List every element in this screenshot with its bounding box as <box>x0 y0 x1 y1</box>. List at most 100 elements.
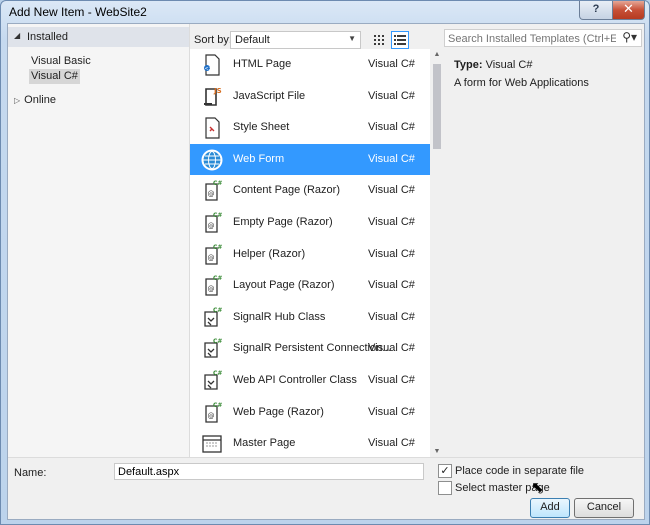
template-list: <> HTML Page Visual C# JS JavaScript Fil… <box>190 49 430 457</box>
sort-toolbar: Sort by: Default ▼ <box>192 29 442 49</box>
razor-page-icon: @ C# <box>205 402 222 423</box>
search-icon[interactable]: ⚲▾ <box>622 30 637 44</box>
template-row[interactable]: @ C# Helper (Razor) Visual C# <box>190 239 430 270</box>
svg-text:JS: JS <box>213 87 222 95</box>
razor-page-icon: @ C# <box>205 275 222 296</box>
tree-item-visual-basic[interactable]: Visual Basic <box>29 54 93 69</box>
search-box[interactable]: ⚲▾ <box>444 29 642 47</box>
expanded-arrow-icon[interactable]: ◢ <box>14 31 20 40</box>
template-name: Web Page (Razor) <box>233 405 324 418</box>
name-field[interactable] <box>114 463 424 480</box>
template-row[interactable]: C# Web API Controller Class Visual C# <box>190 365 430 396</box>
search-input[interactable] <box>448 32 616 45</box>
template-language: Visual C# <box>368 121 415 134</box>
template-row[interactable]: @ C# Empty Page (Razor) Visual C# <box>190 207 430 238</box>
template-language: Visual C# <box>368 184 415 197</box>
scroll-down-icon[interactable]: ▼ <box>432 448 442 455</box>
sort-by-label: Sort by: <box>194 34 232 46</box>
template-name: Web API Controller Class <box>233 374 357 386</box>
template-row[interactable]: C# SignalR Hub Class Visual C# <box>190 302 430 333</box>
list-view-button[interactable] <box>391 31 409 49</box>
chevron-down-icon: ▼ <box>348 34 356 43</box>
template-row[interactable]: Master Page Visual C# <box>190 428 430 457</box>
template-name: Content Page (Razor) <box>233 184 340 197</box>
template-language: Visual C# <box>368 437 415 450</box>
dialog-footer: Name: ✓ Place code in separate file Sele… <box>8 457 644 519</box>
template-row[interactable]: Style Sheet Visual C# <box>190 112 430 143</box>
type-value: Visual C# <box>485 59 533 71</box>
template-language: Visual C# <box>368 374 415 386</box>
template-row-selected[interactable]: Web Form Visual C# <box>190 143 430 175</box>
template-language: Visual C# <box>368 89 415 102</box>
template-row[interactable]: JS JavaScript File Visual C# <box>190 81 430 112</box>
signalr-icon: C# <box>204 370 222 390</box>
svg-text:@: @ <box>208 254 215 262</box>
help-button[interactable]: ? <box>579 1 613 20</box>
grid-view-icon <box>374 35 384 45</box>
place-code-label[interactable]: Place code in separate file <box>455 465 584 477</box>
add-new-item-dialog: Add New Item - WebSite2 ? ✕ ◢ Installed … <box>0 0 650 525</box>
small-icons-view-button[interactable] <box>370 31 388 49</box>
svg-text:C#: C# <box>213 307 222 314</box>
template-language: Visual C# <box>368 58 415 70</box>
svg-text:@: @ <box>208 222 215 230</box>
svg-text:C#: C# <box>213 338 222 345</box>
template-name: JavaScript File <box>233 89 306 102</box>
template-language: Visual C# <box>368 247 415 260</box>
title-bar[interactable]: Add New Item - WebSite2 ? ✕ <box>1 1 649 23</box>
signalr-icon: C# <box>204 338 222 359</box>
svg-text:C#: C# <box>213 275 222 282</box>
name-label: Name: <box>14 467 47 479</box>
template-row[interactable]: @ C# Content Page (Razor) Visual C# <box>190 175 430 206</box>
template-name: Web Form <box>233 152 285 165</box>
template-row[interactable]: @ C# Web Page (Razor) Visual C# <box>190 397 430 428</box>
window-title: Add New Item - WebSite2 <box>9 5 147 19</box>
sort-by-value: Default <box>235 34 270 46</box>
html-page-icon: <> <box>204 54 220 76</box>
template-language: Visual C# <box>368 310 415 323</box>
close-button[interactable]: ✕ <box>612 1 645 20</box>
template-row[interactable]: @ C# Layout Page (Razor) Visual C# <box>190 270 430 301</box>
sort-by-dropdown[interactable]: Default ▼ <box>230 31 361 49</box>
svg-text:@: @ <box>208 285 215 293</box>
signalr-icon: C# <box>204 307 222 327</box>
add-button[interactable]: Add <box>530 498 570 518</box>
scroll-up-icon[interactable]: ▲ <box>432 51 442 58</box>
dialog-client-area: ◢ Installed Visual Basic Visual C# ▷ Onli… <box>7 23 645 520</box>
web-form-icon <box>201 149 223 171</box>
scrollbar-thumb[interactable] <box>433 64 441 149</box>
template-row[interactable]: C# SignalR Persistent Connection... Visu… <box>190 333 430 364</box>
svg-text:C#: C# <box>213 212 222 219</box>
razor-page-icon: @ C# <box>205 180 222 202</box>
select-master-page-checkbox[interactable] <box>438 481 452 495</box>
javascript-file-icon: JS <box>204 87 222 106</box>
template-list-scrollbar[interactable]: ▲ ▼ <box>431 49 443 457</box>
cancel-button[interactable]: Cancel <box>574 498 634 518</box>
online-node[interactable]: ▷ Online <box>14 94 56 106</box>
razor-page-icon: @ C# <box>205 244 222 265</box>
svg-text:C#: C# <box>213 402 222 409</box>
installed-label: Installed <box>27 31 68 43</box>
template-name: Layout Page (Razor) <box>233 279 335 292</box>
template-category-tree: ◢ Installed Visual Basic Visual C# ▷ Onli… <box>8 24 190 457</box>
collapsed-arrow-icon[interactable]: ▷ <box>14 96 20 105</box>
template-name: Style Sheet <box>233 121 290 134</box>
template-row[interactable]: <> HTML Page Visual C# <box>190 49 430 80</box>
template-language: Visual C# <box>368 405 415 418</box>
tree-item-visual-csharp[interactable]: Visual C# <box>29 69 80 84</box>
place-code-checkbox[interactable]: ✓ <box>438 464 452 478</box>
list-view-icon <box>394 35 406 45</box>
template-language: Visual C# <box>368 279 415 292</box>
template-info: Type: Visual C# <box>454 59 532 71</box>
svg-text:@: @ <box>208 190 215 198</box>
template-language: Visual C# <box>368 216 415 228</box>
template-language: Visual C# <box>368 152 415 165</box>
svg-text:C#: C# <box>213 370 222 377</box>
mouse-cursor-icon: ⬉ <box>531 479 544 496</box>
svg-text:<>: <> <box>205 66 213 72</box>
template-name: SignalR Hub Class <box>233 310 326 323</box>
template-name: HTML Page <box>233 58 292 70</box>
svg-text:C#: C# <box>213 244 222 251</box>
master-page-icon <box>202 435 222 453</box>
installed-node[interactable]: ◢ Installed <box>8 27 189 47</box>
